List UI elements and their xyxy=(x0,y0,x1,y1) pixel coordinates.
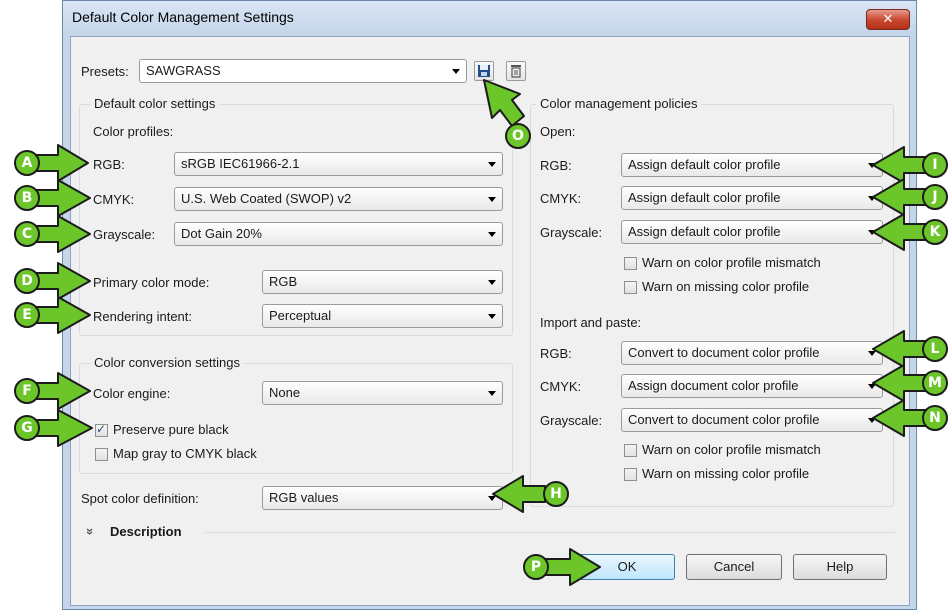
callout-c-badge: C xyxy=(14,221,40,247)
callout-h-badge: H xyxy=(543,481,569,507)
callout-arrow-o xyxy=(483,79,525,127)
callout-arrow-n xyxy=(872,399,927,437)
callout-arrow-b xyxy=(35,179,91,217)
callout-arrow-e xyxy=(35,296,91,334)
callout-arrows xyxy=(35,79,927,586)
callout-m-badge: M xyxy=(922,370,948,396)
callout-arrow-c xyxy=(35,215,91,253)
callout-arrow-p xyxy=(544,548,601,586)
callout-a-badge: A xyxy=(14,150,40,176)
callout-o-badge: O xyxy=(505,123,531,149)
callout-d-badge: D xyxy=(14,268,40,294)
callout-arrow-d xyxy=(35,262,91,300)
callout-arrow-f xyxy=(35,372,91,410)
callout-f-badge: F xyxy=(14,378,40,404)
callout-arrow-g xyxy=(35,409,93,447)
callout-arrow-m xyxy=(872,364,927,402)
callout-arrow-l xyxy=(872,330,927,368)
callout-i-badge: I xyxy=(922,152,948,178)
callout-n-badge: N xyxy=(922,405,948,431)
callout-b-badge: B xyxy=(14,185,40,211)
callout-p-badge: P xyxy=(523,554,549,580)
callout-arrow-i xyxy=(872,146,927,184)
callout-arrow-h xyxy=(492,475,546,513)
callout-j-badge: J xyxy=(922,184,948,210)
callout-g-badge: G xyxy=(14,415,40,441)
callout-arrow-a xyxy=(35,144,89,182)
callout-k-badge: K xyxy=(922,219,948,245)
callout-arrow-j xyxy=(872,178,927,216)
callout-e-badge: E xyxy=(14,302,40,328)
callout-arrow-k xyxy=(872,213,927,251)
callout-l-badge: L xyxy=(922,336,948,362)
